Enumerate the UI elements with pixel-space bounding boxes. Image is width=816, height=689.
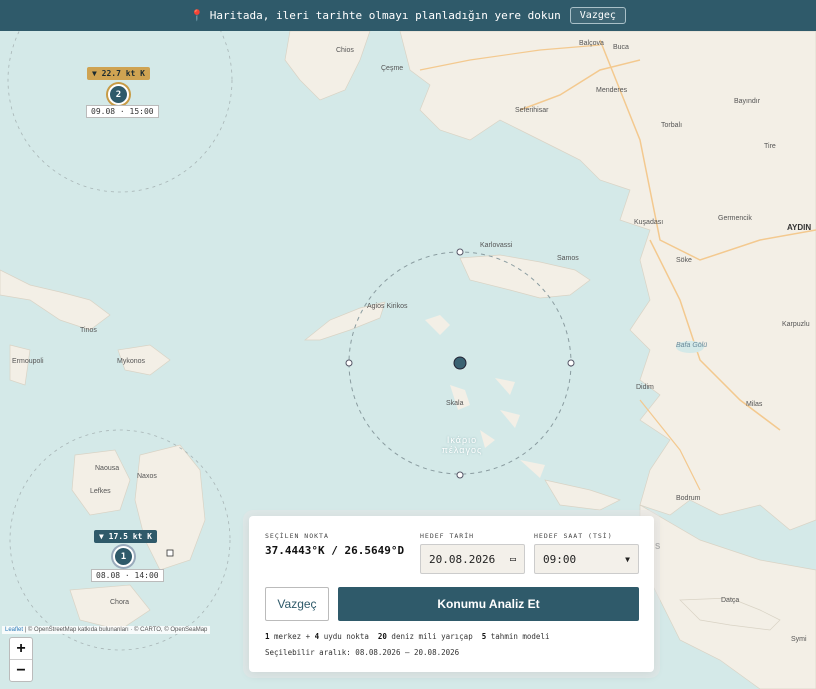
selected-point-label: SEÇİLEN NOKTA: [265, 532, 329, 540]
cancel-button[interactable]: Vazgeç: [265, 587, 329, 621]
place-label: Lefkes: [90, 488, 111, 495]
place-label: Naxos: [137, 473, 157, 480]
place-label: Bodrum: [676, 495, 701, 502]
target-time-label: HEDEF SAAT (TSİ): [534, 532, 613, 540]
place-label: Karpuzlu: [782, 321, 810, 328]
place-label: Seferihisar: [515, 107, 549, 114]
zoom-in-button[interactable]: +: [10, 638, 32, 660]
place-label: Datça: [721, 597, 740, 604]
place-label: Agios Kirikos: [367, 303, 408, 310]
target-date-input[interactable]: 20.08.2026 ▭: [420, 544, 525, 574]
place-label: Bayındır: [734, 98, 761, 105]
zoom-control: + −: [9, 637, 33, 682]
place-label: Didim: [636, 384, 654, 391]
place-label: Söke: [676, 257, 692, 264]
place-label: Mykonos: [117, 358, 146, 365]
radius-value: 20: [377, 632, 387, 641]
place-label: Karlovassi: [480, 242, 513, 249]
stats-text: uydu nokta: [319, 632, 378, 641]
calendar-icon: ▭: [509, 553, 516, 565]
map-pin-icon: 📍: [190, 9, 204, 22]
chevron-down-icon: ▼: [625, 554, 630, 564]
place-label: Kuşadası: [634, 219, 664, 226]
analysis-stats: 1 merkez + 4 uydu nokta 20 deniz mili ya…: [265, 632, 549, 641]
target-date-label: HEDEF TARİH: [420, 532, 475, 540]
place-label: AYDIN: [787, 223, 812, 232]
target-date-value: 20.08.2026: [429, 552, 496, 566]
place-label: Germencik: [718, 215, 752, 222]
place-label: Buca: [613, 44, 629, 51]
forecast-marker[interactable]: 1: [113, 546, 134, 567]
attribution-text: | © OpenStreetMap katkıda bulunanları · …: [23, 627, 208, 633]
place-label: Tinos: [80, 327, 97, 334]
time-tag: 08.08 · 14:00: [91, 569, 164, 582]
leaflet-link[interactable]: Leaflet: [5, 627, 23, 633]
wind-badge: ▼ 17.5 kt K: [94, 530, 157, 543]
place-label: Tire: [764, 143, 776, 150]
zoom-out-button[interactable]: −: [10, 660, 32, 681]
place-label: S: [655, 542, 661, 551]
place-label: Milas: [746, 401, 763, 408]
place-label: Chios: [336, 47, 354, 54]
wind-badge: ▼ 22.7 kt K: [87, 67, 150, 80]
place-label: Samos: [557, 255, 579, 262]
target-time-value: 09:00: [543, 552, 577, 566]
pick-location-banner: 📍 Haritada, ileri tarihte olmayı planlad…: [0, 0, 816, 31]
place-label: Naousa: [95, 465, 120, 472]
banner-message: Haritada, ileri tarihte olmayı planladığ…: [209, 9, 561, 22]
lake-label: Bafa Gölü: [676, 342, 708, 349]
banner-cancel-button[interactable]: Vazgeç: [569, 7, 626, 24]
place-label: Symi: [791, 636, 807, 643]
place-label: Ermoupoli: [12, 358, 44, 365]
stats-text: merkez +: [269, 632, 315, 641]
stats-text: deniz mili yarıçap: [386, 632, 482, 641]
time-tag: 09.08 · 15:00: [86, 105, 159, 118]
place-label: Skala: [446, 400, 464, 407]
place-label: Torbalı: [661, 122, 683, 129]
stats-text: tahmin modeli: [486, 632, 550, 641]
target-time-select[interactable]: 09:00 ▼: [534, 544, 639, 574]
forecast-marker[interactable]: 2: [108, 84, 129, 105]
attribution: Leaflet | © OpenStreetMap katkıda buluna…: [2, 626, 211, 634]
place-label: Çeşme: [381, 65, 404, 72]
analyze-location-button[interactable]: Konumu Analiz Et: [338, 587, 639, 621]
analysis-panel: SEÇİLEN NOKTA 37.4443°K / 26.5649°D HEDE…: [249, 516, 654, 672]
place-label: Menderes: [596, 87, 628, 94]
selected-coords: 37.4443°K / 26.5649°D: [265, 544, 405, 557]
place-label: Balçova: [579, 40, 604, 47]
wind-value: 17.5 kt K: [108, 532, 152, 541]
sea-label: Ικάριο πέλαγος: [441, 435, 483, 455]
place-label: Chora: [110, 599, 130, 606]
wind-value: 22.7 kt K: [101, 69, 145, 78]
selectable-range: Seçilebilir aralık: 08.08.2026 – 20.08.2…: [265, 648, 460, 657]
